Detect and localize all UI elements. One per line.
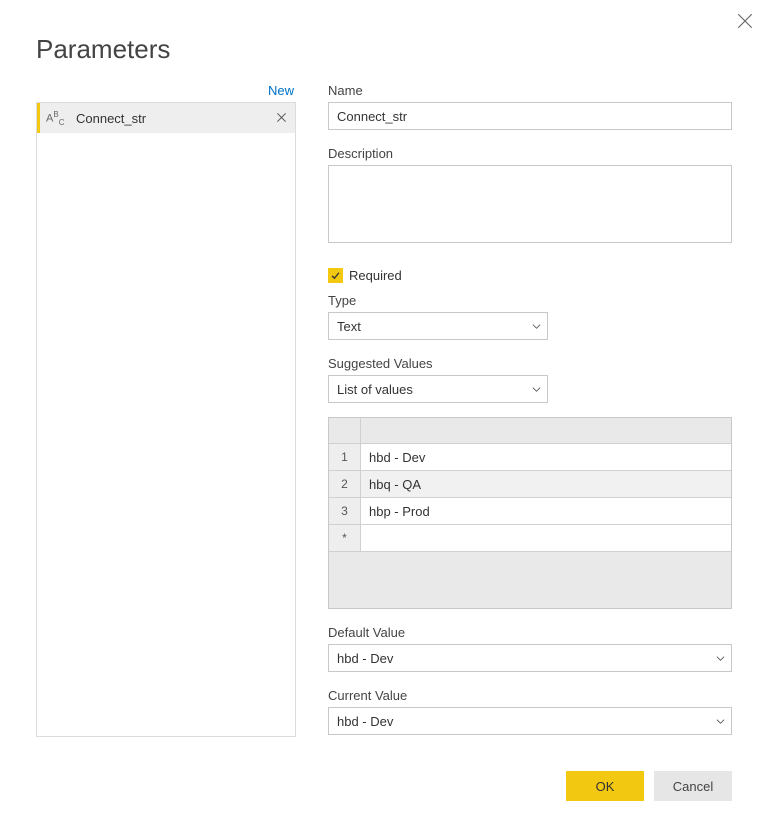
parameter-item-name: Connect_str: [76, 111, 268, 126]
current-value-label: Current Value: [328, 688, 732, 703]
chevron-down-icon: [716, 714, 725, 729]
row-number: 1: [329, 444, 361, 470]
text-type-icon: ABC: [46, 110, 68, 127]
cancel-button[interactable]: Cancel: [654, 771, 732, 801]
row-value[interactable]: [361, 525, 731, 551]
type-select[interactable]: Text: [328, 312, 548, 340]
suggested-values-label: Suggested Values: [328, 356, 732, 371]
parameters-dialog: Parameters New ABC Connect_str Name Desc: [0, 0, 768, 821]
type-select-value: Text: [337, 319, 361, 334]
new-parameter-link[interactable]: New: [268, 83, 296, 98]
suggested-values-select-value: List of values: [337, 382, 413, 397]
new-row-marker: *: [329, 525, 361, 551]
current-value-select-value: hbd - Dev: [337, 714, 393, 729]
parameter-list-item[interactable]: ABC Connect_str: [37, 103, 295, 133]
values-grid-row[interactable]: 1 hbd - Dev: [329, 444, 731, 471]
row-value[interactable]: hbp - Prod: [361, 498, 731, 524]
default-value-select[interactable]: hbd - Dev: [328, 644, 732, 672]
values-grid-new-row[interactable]: *: [329, 525, 731, 552]
description-input[interactable]: [328, 165, 732, 243]
row-value[interactable]: hbd - Dev: [361, 444, 731, 470]
dialog-footer: OK Cancel: [566, 771, 732, 801]
row-number: 2: [329, 471, 361, 497]
parameter-list: ABC Connect_str: [36, 102, 296, 737]
required-checkbox[interactable]: [328, 268, 343, 283]
values-grid-row[interactable]: 3 hbp - Prod: [329, 498, 731, 525]
default-value-select-value: hbd - Dev: [337, 651, 393, 666]
dialog-title: Parameters: [0, 0, 768, 83]
close-icon[interactable]: [736, 12, 754, 30]
type-label: Type: [328, 293, 732, 308]
row-number: 3: [329, 498, 361, 524]
values-grid[interactable]: 1 hbd - Dev 2 hbq - QA 3 hbp - Prod *: [328, 417, 732, 609]
chevron-down-icon: [532, 319, 541, 334]
suggested-values-select[interactable]: List of values: [328, 375, 548, 403]
current-value-select[interactable]: hbd - Dev: [328, 707, 732, 735]
ok-button[interactable]: OK: [566, 771, 644, 801]
chevron-down-icon: [532, 382, 541, 397]
required-label: Required: [349, 268, 402, 283]
parameters-sidebar: New ABC Connect_str: [36, 83, 296, 737]
default-value-label: Default Value: [328, 625, 732, 640]
chevron-down-icon: [716, 651, 725, 666]
parameter-form: Name Description Required Type Text Sugg…: [328, 83, 732, 737]
row-value[interactable]: hbq - QA: [361, 471, 731, 497]
values-grid-header: [329, 418, 731, 444]
name-label: Name: [328, 83, 732, 98]
values-grid-row[interactable]: 2 hbq - QA: [329, 471, 731, 498]
delete-parameter-icon[interactable]: [276, 111, 287, 126]
name-input[interactable]: [328, 102, 732, 130]
description-label: Description: [328, 146, 732, 161]
